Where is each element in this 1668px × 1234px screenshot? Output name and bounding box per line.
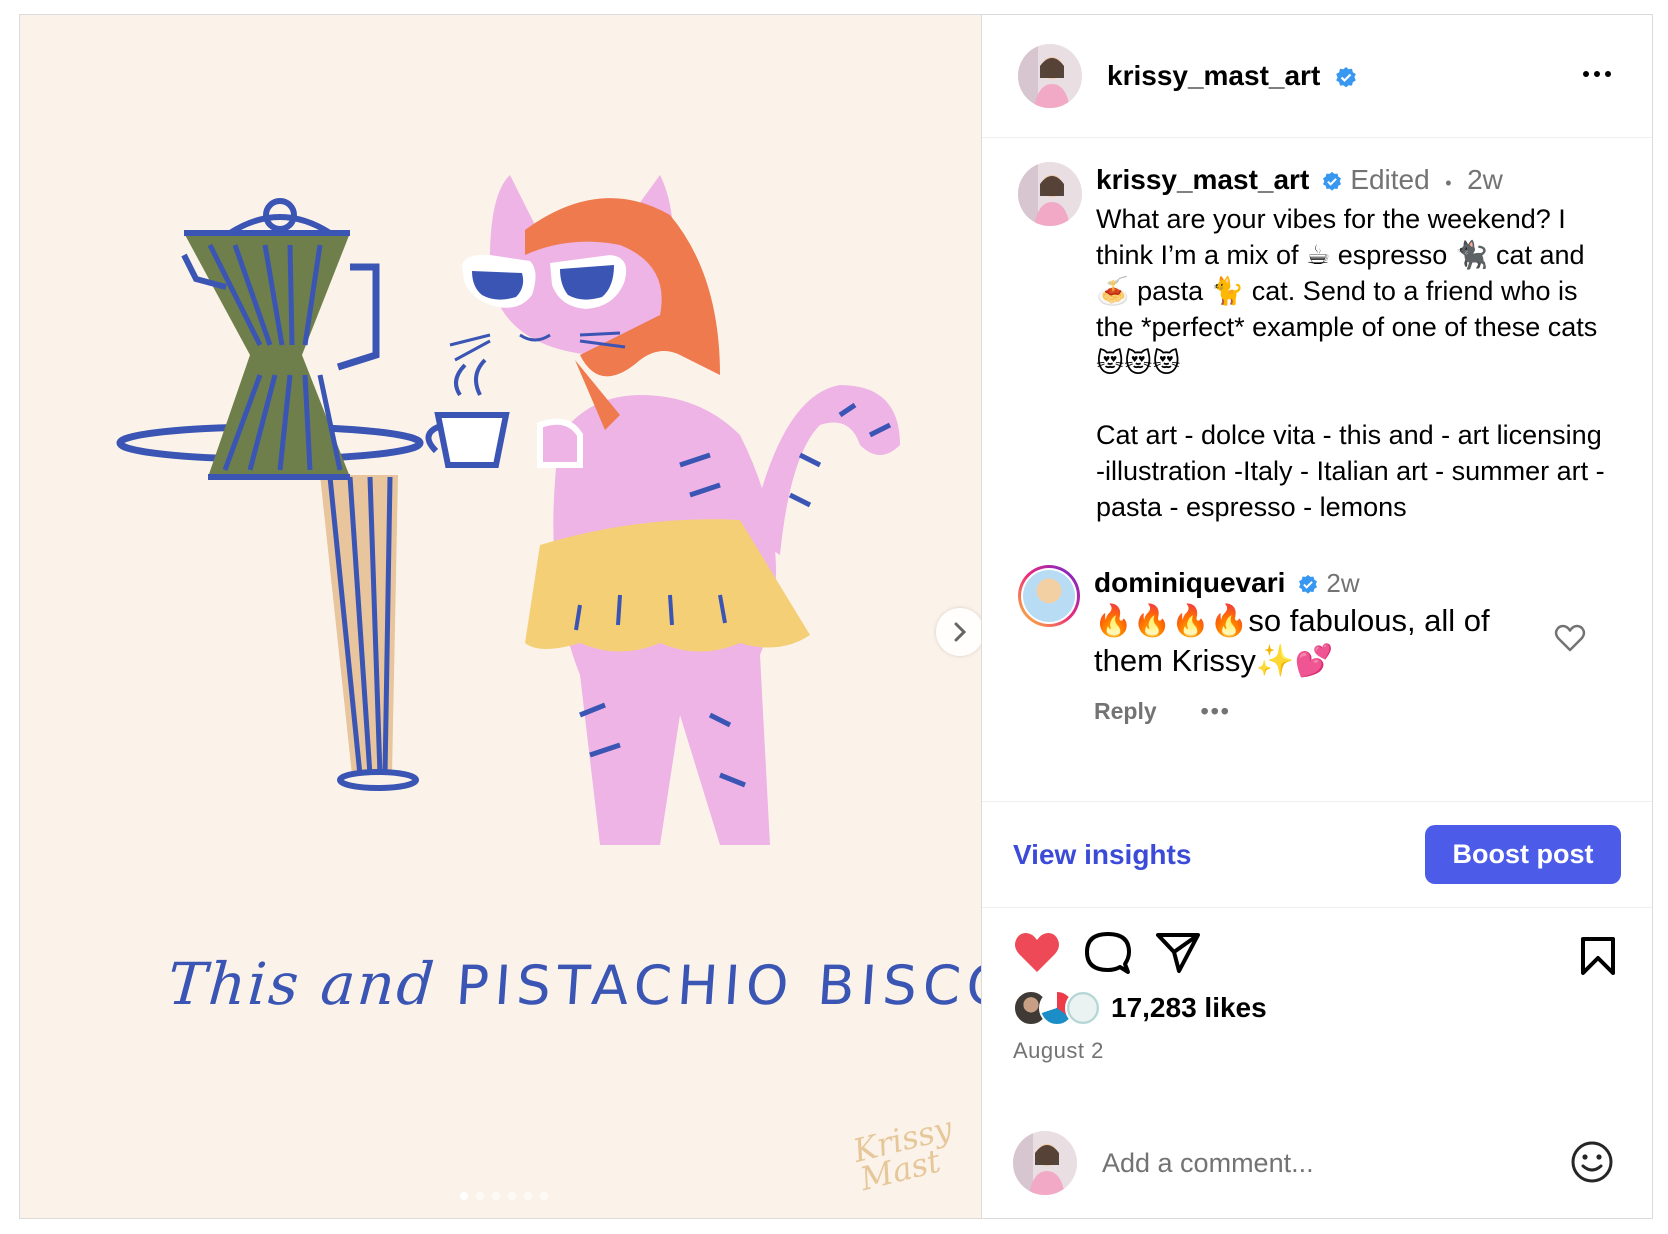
like-button[interactable] xyxy=(1013,931,1061,975)
emoji-picker-button[interactable] xyxy=(1570,1140,1614,1189)
heart-filled-icon xyxy=(1015,933,1059,972)
more-options-button[interactable] xyxy=(1582,65,1612,83)
comment-row: dominiquevari 2w 🔥🔥🔥🔥so fabulous, all of… xyxy=(1018,565,1616,729)
carousel-dot xyxy=(476,1192,484,1200)
story-ring-avatar[interactable] xyxy=(1018,565,1080,627)
post-header: krissy_mast_art xyxy=(982,15,1652,138)
carousel-dot xyxy=(540,1192,548,1200)
comment-time[interactable]: 2w xyxy=(1326,568,1359,598)
likes-count[interactable]: 17,283 likes xyxy=(1111,992,1267,1024)
comment-actions: Reply ••• xyxy=(1094,693,1614,729)
carousel-dot xyxy=(524,1192,532,1200)
comment-text: 🔥🔥🔥🔥so fabulous, all of them Krissy✨💕 xyxy=(1094,603,1490,678)
caption-body: krissy_mast_art Edited • 2w What are you… xyxy=(1096,162,1616,525)
likes-row: 17,283 likes xyxy=(1013,990,1621,1026)
caption-time[interactable]: 2w xyxy=(1467,164,1503,195)
reply-button[interactable]: Reply xyxy=(1094,693,1157,729)
comment-bubble-icon xyxy=(1085,932,1131,974)
comment-body: dominiquevari 2w 🔥🔥🔥🔥so fabulous, all of… xyxy=(1094,565,1614,729)
comment-more-button[interactable]: ••• xyxy=(1201,693,1231,729)
caption-text: What are your vibes for the weekend? I t… xyxy=(1096,204,1605,522)
smiley-icon xyxy=(1571,1141,1613,1183)
post-side-panel: krissy_mast_art krissy_mast_art Edited •… xyxy=(982,15,1652,1218)
avatar xyxy=(1013,1131,1077,1195)
action-icons xyxy=(1013,930,1621,976)
verified-badge-icon xyxy=(1336,66,1356,88)
share-button[interactable] xyxy=(1155,931,1201,975)
post-media[interactable]: This and PISTACHIO BISCOTTI Krissy Mast xyxy=(20,15,982,1218)
header-username-text: krissy_mast_art xyxy=(1107,60,1321,91)
paper-plane-icon xyxy=(1156,933,1200,973)
caption-edited-label: Edited xyxy=(1350,164,1430,195)
caption-username[interactable]: krissy_mast_art xyxy=(1096,164,1309,195)
post-actions: 17,283 likes August 2 xyxy=(982,908,1652,1108)
profile-photo-icon xyxy=(1013,1131,1077,1195)
more-horizontal-icon xyxy=(1583,71,1611,77)
liker-avatar xyxy=(1065,990,1101,1026)
verified-badge-icon xyxy=(1298,574,1317,594)
art-caption-script: This and xyxy=(165,950,439,1018)
carousel-dot xyxy=(492,1192,500,1200)
carousel-dots xyxy=(460,1192,548,1200)
verified-badge-icon xyxy=(1322,171,1341,191)
profile-photo-icon xyxy=(1018,162,1082,226)
cat-illustration xyxy=(116,175,900,845)
header-username[interactable]: krissy_mast_art xyxy=(1107,60,1358,92)
avatar[interactable] xyxy=(1018,44,1082,108)
comment-username[interactable]: dominiquevari xyxy=(1094,567,1285,598)
like-comment-button[interactable] xyxy=(1554,623,1586,658)
carousel-dot xyxy=(508,1192,516,1200)
insights-bar: View insights Boost post xyxy=(982,801,1652,908)
boost-post-button[interactable]: Boost post xyxy=(1425,825,1621,884)
carousel-dot xyxy=(460,1192,468,1200)
comment-input[interactable] xyxy=(1102,1147,1482,1179)
art-caption-caps: PISTACHIO BISCOTTI xyxy=(453,954,982,1017)
bookmark-icon xyxy=(1581,937,1615,975)
view-insights-link[interactable]: View insights xyxy=(1013,839,1191,871)
comment-button[interactable] xyxy=(1085,930,1131,976)
chevron-right-icon xyxy=(954,622,967,642)
post-date[interactable]: August 2 xyxy=(1013,1038,1621,1064)
avatar xyxy=(1023,570,1075,622)
caption-separator: • xyxy=(1445,173,1452,193)
carousel-next-button[interactable] xyxy=(936,608,981,656)
profile-photo-icon xyxy=(1018,44,1082,108)
post-container: This and PISTACHIO BISCOTTI Krissy Mast xyxy=(19,14,1653,1219)
art-caption: This and PISTACHIO BISCOTTI xyxy=(165,950,982,1018)
save-button[interactable] xyxy=(1580,936,1616,981)
caption-row: krissy_mast_art Edited • 2w What are you… xyxy=(1018,162,1616,525)
comments-section: krissy_mast_art Edited • 2w What are you… xyxy=(982,138,1652,801)
heart-outline-icon xyxy=(1554,624,1586,652)
add-comment-bar xyxy=(982,1108,1652,1218)
avatar[interactable] xyxy=(1018,162,1082,226)
